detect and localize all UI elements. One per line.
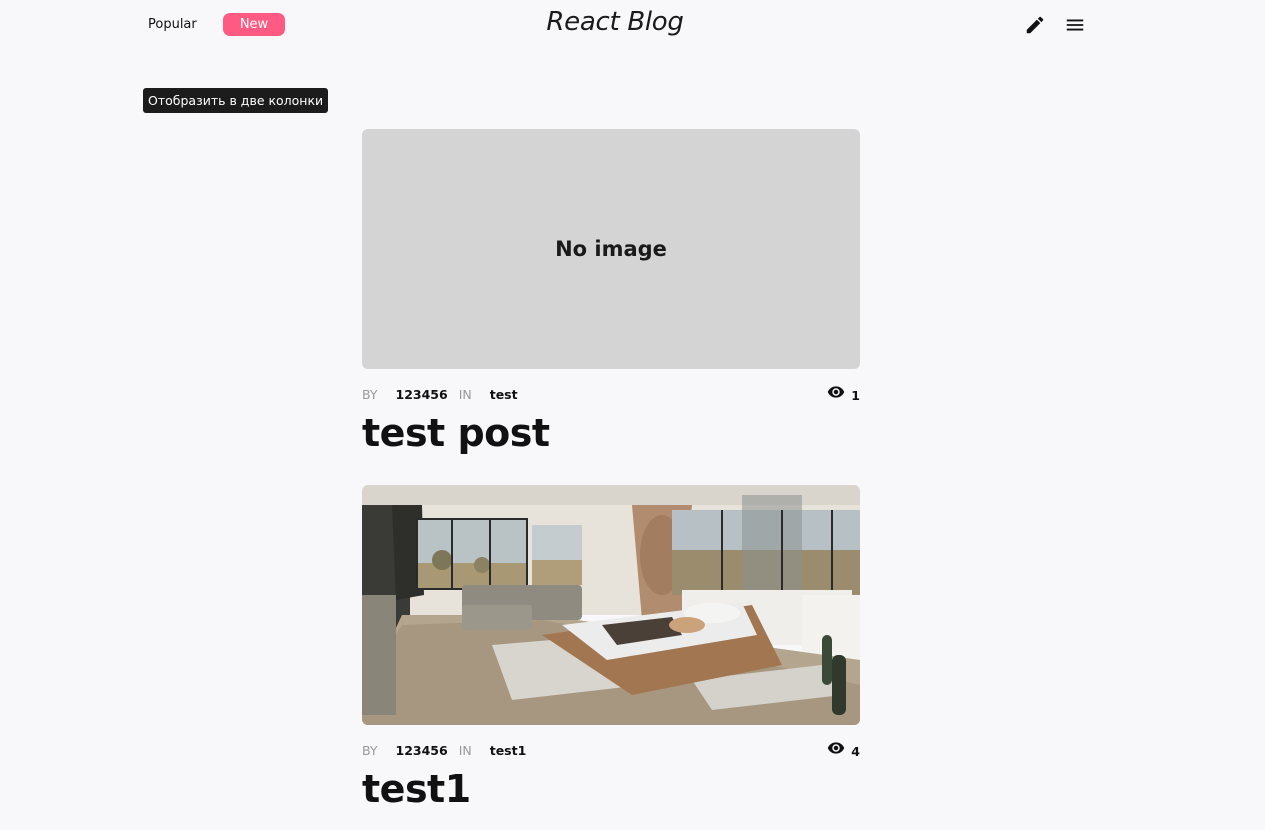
post-card: BY 123456 IN test1 4 test1: [362, 485, 860, 813]
post-category[interactable]: test1: [490, 739, 527, 763]
no-image-label: No image: [555, 237, 667, 261]
in-label: IN: [458, 743, 472, 758]
post-title[interactable]: test post: [362, 409, 860, 457]
pencil-icon: [1024, 14, 1046, 36]
eye-icon: [827, 383, 851, 409]
post-meta: BY 123456 IN test 1: [362, 383, 860, 407]
post-feed: No image BY 123456 IN test 1 test post B…: [362, 129, 860, 813]
post-category[interactable]: test: [490, 383, 518, 407]
by-label: BY: [362, 387, 378, 402]
post-meta: BY 123456 IN test1 4: [362, 739, 860, 763]
by-label: BY: [362, 743, 378, 758]
hamburger-menu-icon: [1064, 14, 1086, 36]
tooltip-two-columns: Отобразить в две колонки: [143, 88, 329, 113]
view-count-value: 1: [851, 388, 860, 403]
view-count: 4: [827, 739, 860, 765]
post-image-placeholder[interactable]: No image: [362, 129, 860, 369]
in-label: IN: [458, 387, 472, 402]
top-navbar: Popular New React Blog: [0, 0, 1265, 50]
edit-button[interactable]: [1024, 14, 1046, 36]
eye-icon: [827, 739, 851, 765]
view-count: 1: [827, 383, 860, 409]
post-card: No image BY 123456 IN test 1 test post: [362, 129, 860, 457]
menu-button[interactable]: [1064, 14, 1086, 36]
view-count-value: 4: [851, 744, 860, 759]
post-image-interior-photo[interactable]: [362, 485, 860, 725]
post-author[interactable]: 123456: [396, 383, 448, 407]
post-author[interactable]: 123456: [396, 739, 448, 763]
post-title[interactable]: test1: [362, 765, 860, 813]
